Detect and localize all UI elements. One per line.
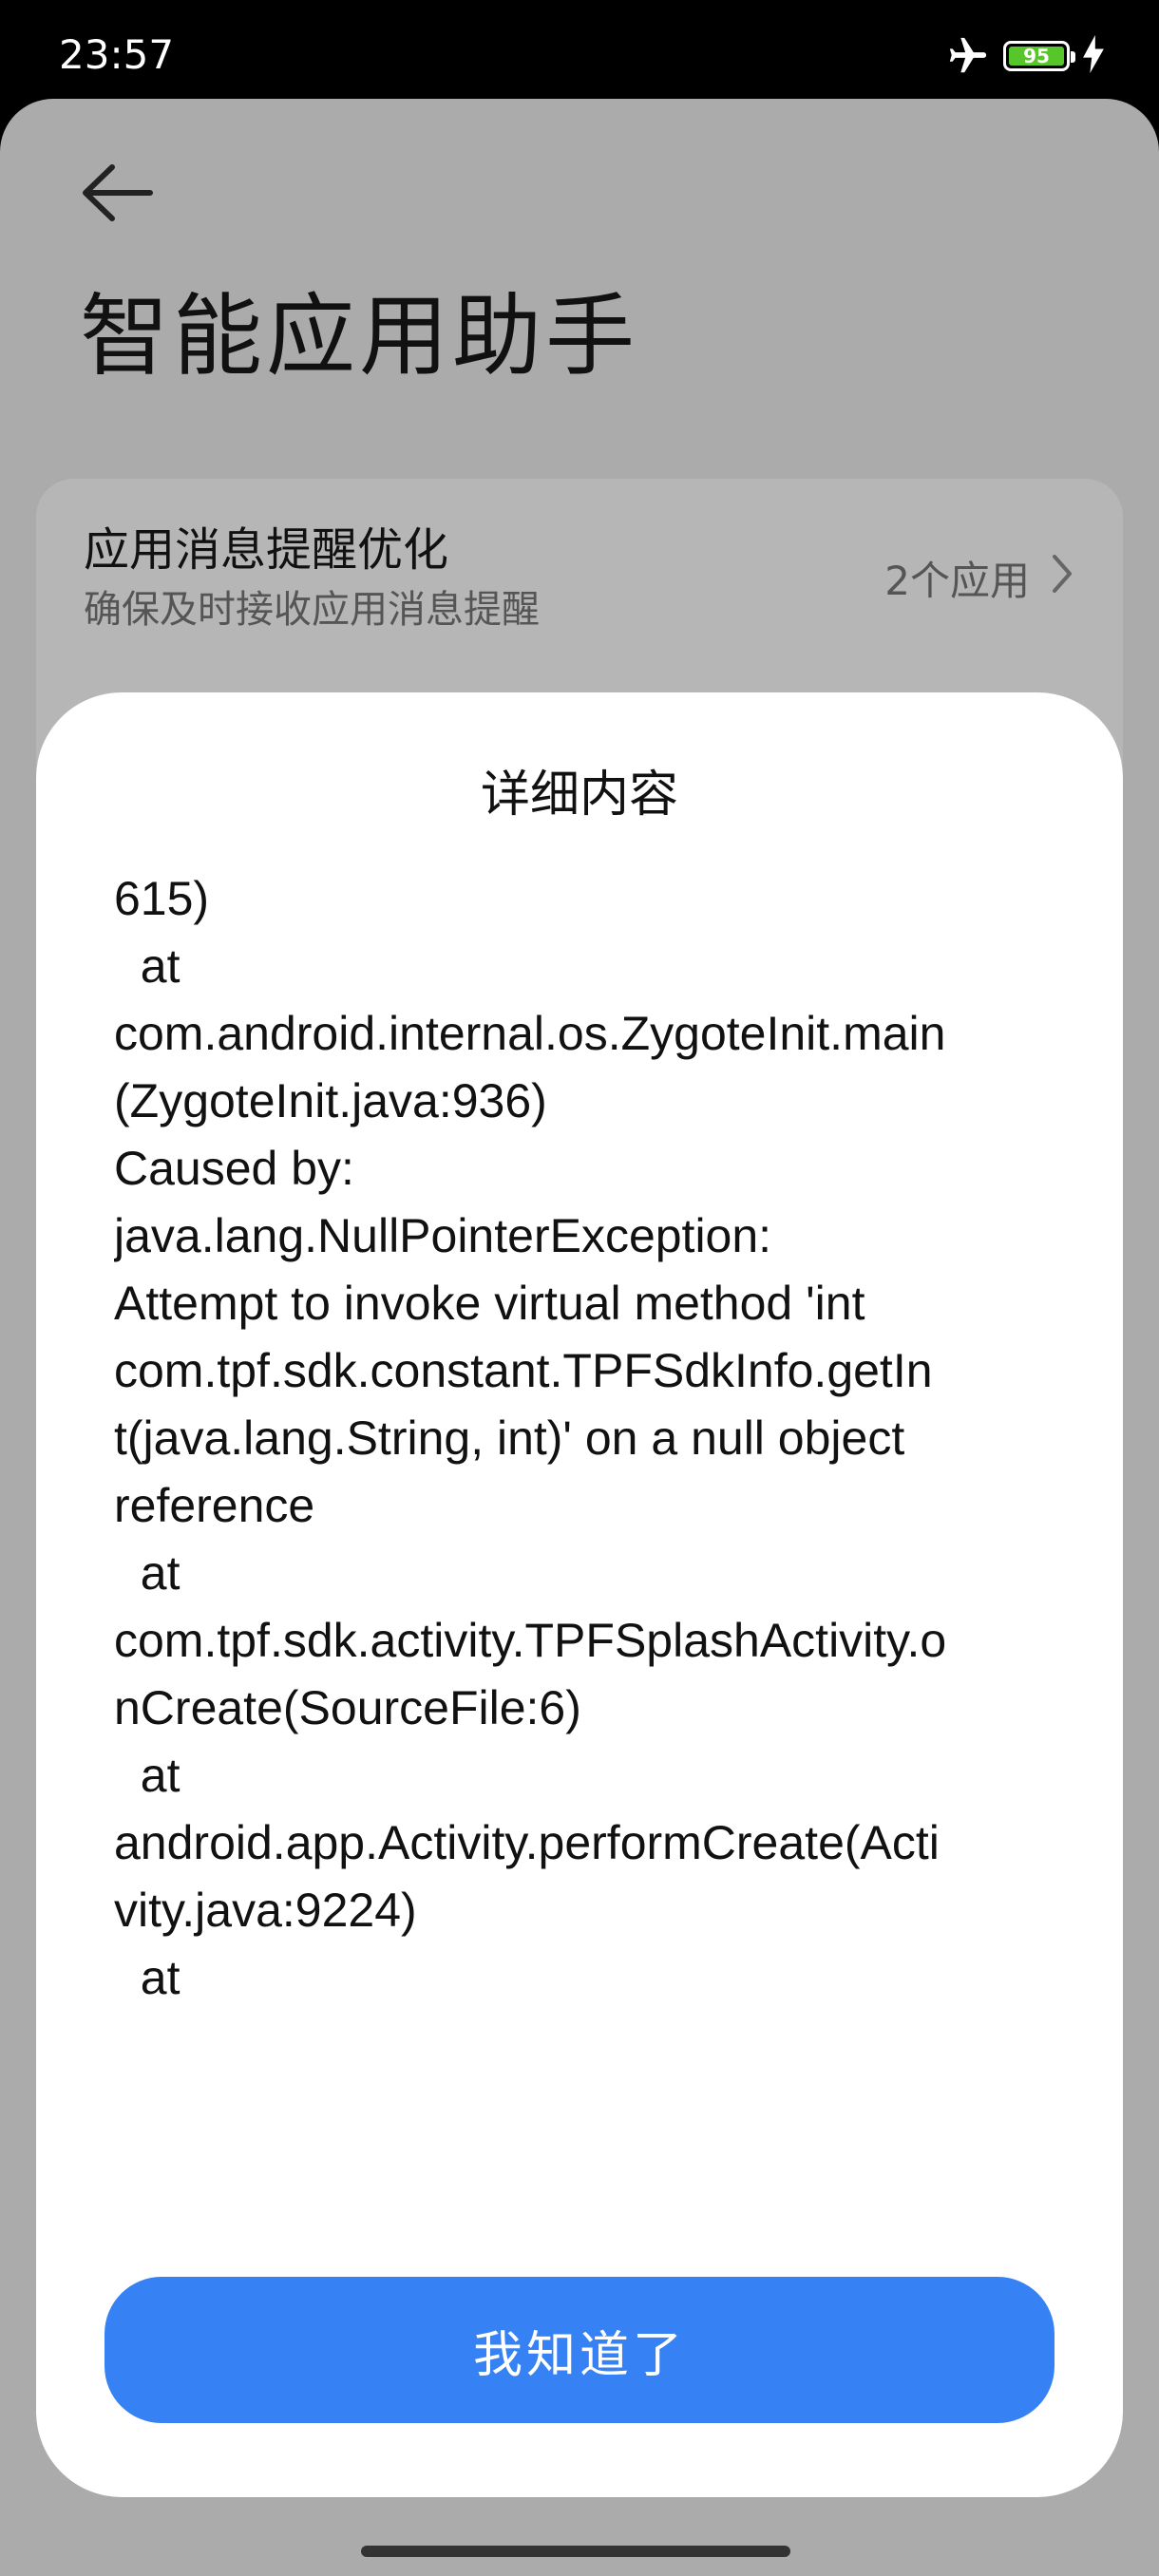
status-bar: 23:57 95: [0, 0, 1159, 99]
error-line: com.tpf.sdk.constant.TPFSdkInfo.getIn: [114, 1344, 933, 1397]
back-arrow-icon: [74, 164, 160, 239]
setting-subtitle: 确保及时接收应用消息提醒: [84, 588, 540, 632]
home-indicator[interactable]: [361, 2546, 790, 2557]
error-line: nCreate(SourceFile:6): [114, 1681, 581, 1734]
error-line: reference: [114, 1479, 315, 1532]
error-line: Attempt to invoke virtual method 'int: [114, 1277, 865, 1330]
error-line: android.app.Activity.performCreate(Acti: [114, 1816, 940, 1869]
error-line: 615): [114, 872, 210, 925]
error-line: (ZygoteInit.java:936): [114, 1074, 547, 1127]
setting-value-group: 2个应用: [884, 549, 1075, 607]
error-line: java.lang.NullPointerException:: [114, 1209, 772, 1262]
error-line: at: [114, 1546, 180, 1600]
error-stacktrace: 615) at com.android.internal.os.ZygoteIn…: [114, 865, 1074, 1996]
error-line: at: [114, 939, 180, 993]
details-dialog: 详细内容 615) at com.android.internal.os.Zyg…: [36, 692, 1123, 2497]
dialog-title: 详细内容: [480, 767, 678, 824]
chevron-right-icon: [1049, 551, 1075, 606]
airplane-mode-icon: [946, 34, 990, 78]
error-details-scroll[interactable]: 615) at com.android.internal.os.ZygoteIn…: [114, 865, 1074, 1996]
battery-level: 95: [1009, 47, 1064, 66]
error-line: com.tpf.sdk.activity.TPFSplashActivity.o: [114, 1614, 947, 1667]
battery-icon: 95: [1003, 41, 1075, 71]
charging-icon: [1083, 35, 1104, 77]
back-button[interactable]: [74, 150, 160, 236]
error-line: at: [114, 1951, 180, 1996]
got-it-button[interactable]: 我知道了: [104, 2277, 1054, 2423]
setting-value: 2个应用: [884, 558, 1030, 604]
error-line: Caused by:: [114, 1142, 354, 1195]
error-line: com.android.internal.os.ZygoteInit.main: [114, 1007, 946, 1060]
error-line: t(java.lang.String, int)' on a null obje…: [114, 1411, 905, 1465]
status-icons: 95: [946, 32, 1104, 80]
setting-title: 应用消息提醒优化: [84, 523, 449, 577]
error-line: at: [114, 1749, 180, 1802]
page-title: 智能应用助手: [80, 285, 639, 388]
screen: 23:57 95 智能应用助手 应用消息提醒优化 确保及时接收应用消息提醒 2个…: [0, 0, 1159, 2576]
status-time: 23:57: [59, 31, 175, 78]
error-line: vity.java:9224): [114, 1884, 417, 1937]
